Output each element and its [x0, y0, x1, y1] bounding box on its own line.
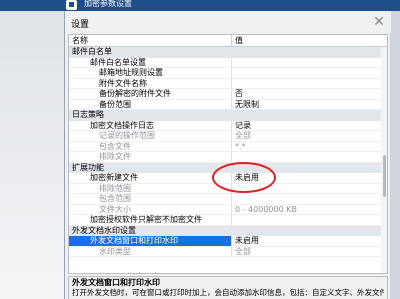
property-value[interactable] — [232, 194, 387, 204]
property-value[interactable] — [232, 68, 387, 78]
dialog-title: 设置 — [71, 20, 90, 30]
property-row[interactable]: 邮箱地址规则设置 — [69, 68, 387, 79]
property-value[interactable]: *.* — [232, 142, 387, 152]
category-row[interactable]: 日志策略 — [69, 110, 387, 121]
grid-header: 名称 值 — [69, 35, 387, 47]
property-row[interactable]: 包含文件 *.* — [69, 141, 387, 152]
category-row[interactable]: 邮件白名单 — [69, 47, 387, 58]
column-header-name[interactable]: 名称 — [69, 35, 232, 47]
category-label: 日志策略 — [69, 110, 232, 121]
property-value[interactable]: 全部 — [232, 131, 387, 141]
property-row[interactable]: 文件大小 0 - 4000000 KB — [69, 204, 387, 215]
property-name: 外发文档窗口和打印水印 — [69, 236, 232, 246]
property-row[interactable]: 外发文档窗口和打印水印 未启用 — [69, 236, 387, 247]
background-window-left — [0, 11, 64, 299]
property-name: 附件文件名称 — [69, 78, 232, 88]
property-value[interactable]: 0 - 4000000 KB — [232, 205, 387, 215]
property-value[interactable]: 全部 — [232, 247, 387, 257]
property-row[interactable]: 加密文档操作日志 记录 — [69, 120, 387, 131]
column-header-value[interactable]: 值 — [232, 35, 387, 47]
property-name: 备份解密的附件文件 — [69, 89, 232, 99]
property-row[interactable]: 排除文件 — [69, 152, 387, 163]
category-label: 扩展功能 — [69, 162, 232, 173]
property-row[interactable]: 水印类型 全部 — [69, 246, 387, 257]
property-value — [232, 47, 387, 58]
window-title: 加密参数设置 — [84, 0, 132, 8]
property-value[interactable] — [232, 152, 387, 162]
property-grid: 名称 值 邮件白名单 邮件白名单设置 邮箱地址规则设置 附件文件名称 备份解密的附件文件… — [68, 34, 388, 274]
property-name: 文件大小 — [69, 204, 232, 214]
property-name: 排除文件 — [69, 152, 232, 162]
property-name: 记录的操作范围 — [69, 131, 232, 141]
description-text: 打开外发文档时，可在窗口或打印时加上，会自动添加水印信息，包括：自定义文字、外发… — [72, 288, 384, 297]
property-name: 邮箱地址规则设置 — [69, 68, 232, 78]
property-name: 水印类型 — [69, 246, 232, 256]
property-name: 排除范围 — [69, 183, 232, 193]
property-value[interactable]: 否 — [232, 89, 387, 99]
property-name: 加密文档操作日志 — [69, 120, 232, 130]
close-button[interactable]: ✕ — [371, 14, 387, 30]
scrollbar-thumb[interactable] — [383, 155, 386, 197]
description-title: 外发文档窗口和打印水印 — [72, 278, 160, 287]
grid-rows: 邮件白名单 邮件白名单设置 邮箱地址规则设置 附件文件名称 备份解密的附件文件否备份范围… — [69, 47, 387, 257]
property-name: 邮件白名单设置 — [69, 57, 232, 67]
property-row[interactable]: 备份解密的附件文件否 — [69, 89, 387, 100]
property-row[interactable]: 备份范围 无限制 — [69, 99, 387, 110]
property-row[interactable]: 加密授权软件只解密不加密文件 — [69, 215, 387, 226]
category-row[interactable]: 外发文档水印设置 — [69, 225, 387, 237]
category-label: 邮件白名单 — [69, 47, 232, 58]
property-row[interactable]: 包含范围 — [69, 194, 387, 205]
description-panel: 外发文档窗口和打印水印 打开外发文档时，可在窗口或打印时加上，会自动添加水印信息… — [68, 276, 388, 299]
property-value — [232, 110, 387, 121]
property-row[interactable]: 邮件白名单设置 — [69, 57, 387, 68]
background-window-right — [390, 11, 400, 299]
property-value — [232, 226, 387, 237]
property-name: 包含范围 — [69, 194, 232, 204]
property-row[interactable]: 记录的操作范围 全部 — [69, 131, 387, 142]
settings-dialog: 设置 ✕ 名称 值 邮件白名单 邮件白名单设置 邮箱地址规则设置 附件文件名称 备份解密… — [64, 11, 391, 299]
window-titlebar: 加密参数设置 — [0, 0, 400, 11]
property-value[interactable]: 未启用 — [232, 236, 387, 246]
category-label: 外发文档水印设置 — [69, 225, 232, 236]
property-name: 包含文件 — [69, 141, 232, 151]
property-name: 加密新建文件 — [69, 173, 232, 183]
property-value[interactable] — [232, 215, 387, 225]
property-name: 加密授权软件只解密不加密文件 — [69, 215, 232, 225]
vertical-scrollbar[interactable] — [381, 47, 387, 273]
app-icon — [66, 0, 77, 10]
dialog-header: 设置 ✕ — [65, 11, 391, 33]
property-value[interactable]: 无限制 — [232, 100, 387, 110]
property-row[interactable]: 附件文件名称 — [69, 78, 387, 89]
property-value[interactable] — [232, 79, 387, 89]
property-name: 备份范围 — [69, 99, 232, 109]
property-value[interactable] — [232, 58, 387, 68]
property-value[interactable]: 记录 — [232, 121, 387, 131]
highlight-annotation — [212, 162, 276, 193]
